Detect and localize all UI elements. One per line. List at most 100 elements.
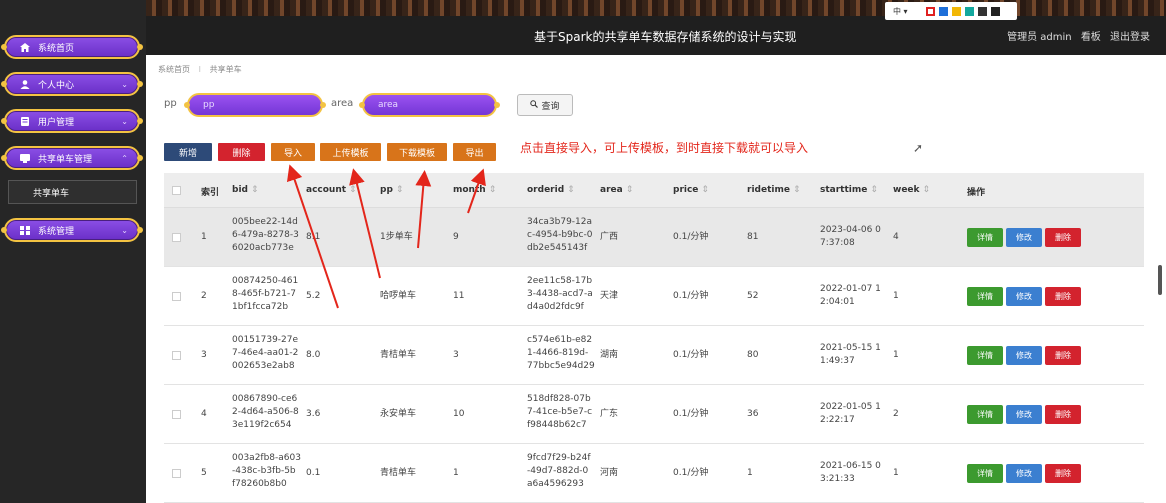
area-search-input[interactable]: area — [359, 93, 500, 117]
cell-price: 0.1/分钟 — [673, 291, 709, 301]
cell-bid: 00874250-461 8-465f-b721-7 1bf1fcca72b — [232, 276, 299, 312]
column-header-area[interactable]: area ⇕ — [600, 185, 633, 195]
row-delete-button[interactable]: 删除 — [1045, 346, 1081, 365]
cell-starttime: 2022-01-05 1 2:22:17 — [820, 402, 881, 425]
query-button[interactable]: 查询 — [517, 94, 573, 116]
cell-ridetime: 80 — [747, 350, 759, 360]
cell-account: 3.6 — [306, 409, 321, 419]
edit-button[interactable]: 修改 — [1006, 405, 1042, 424]
edit-button[interactable]: 修改 — [1006, 464, 1042, 483]
cell-bid: 003a2fb8-a603 -438c-b3fb-5b f78260b8b0 — [232, 453, 301, 489]
column-header-bid[interactable]: bid ⇕ — [232, 185, 259, 195]
select-all-checkbox[interactable] — [172, 186, 181, 195]
home-icon — [20, 42, 30, 52]
detail-button[interactable]: 详情 — [967, 287, 1003, 306]
sidebar-item-users[interactable]: 用户管理 ⌄ — [1, 109, 143, 133]
cell-area: 天津 — [600, 291, 619, 301]
edit-button[interactable]: 修改 — [1006, 287, 1042, 306]
add-button[interactable]: 新增 — [164, 143, 212, 161]
cell-week: 2 — [893, 409, 899, 419]
cell-starttime: 2023-04-06 0 7:37:08 — [820, 225, 881, 248]
cell-price: 0.1/分钟 — [673, 232, 709, 242]
pp-search-input[interactable]: pp — [184, 93, 326, 117]
cell-week: 4 — [893, 232, 899, 242]
sidebar-item-label: 共享单车管理 — [38, 154, 93, 165]
cell-week: 1 — [893, 350, 899, 360]
column-header-actions: 操作 — [967, 188, 986, 198]
table-row: 1 005bee22-14d 6-479a-8278-3 6020acb773e 8… — [164, 208, 1144, 267]
column-header-account[interactable]: account ⇕ — [306, 185, 357, 195]
cell-ridetime: 36 — [747, 409, 759, 419]
breadcrumb-separator: ⁝ — [198, 65, 202, 74]
detail-button[interactable]: 详情 — [967, 405, 1003, 424]
column-header-pp[interactable]: pp ⇕ — [380, 185, 403, 195]
user-menu: 管理员 admin 看板 退出登录 — [1001, 28, 1150, 43]
theme-swatch-black[interactable] — [990, 6, 1000, 16]
sidebar-subitem-bikes[interactable]: 共享单车 — [8, 180, 137, 204]
row-delete-button[interactable]: 删除 — [1045, 287, 1081, 306]
detail-button[interactable]: 详情 — [967, 464, 1003, 483]
row-checkbox[interactable] — [172, 469, 181, 478]
sidebar-item-label: 系统管理 — [38, 226, 75, 237]
cell-pp: 永安单车 — [380, 409, 417, 419]
cell-month: 9 — [453, 232, 459, 242]
edit-button[interactable]: 修改 — [1006, 228, 1042, 247]
row-checkbox[interactable] — [172, 233, 181, 242]
theme-swatch-gray[interactable] — [977, 6, 987, 16]
cell-pp: 1步单车 — [380, 232, 413, 242]
column-header-starttime[interactable]: starttime ⇕ — [820, 185, 878, 195]
download-template-button[interactable]: 下载模板 — [387, 143, 447, 161]
column-header-month[interactable]: month ⇕ — [453, 185, 496, 195]
theme-swatch-blue[interactable] — [938, 6, 948, 16]
cell-pp: 青桔单车 — [380, 468, 417, 478]
detail-button[interactable]: 详情 — [967, 346, 1003, 365]
export-button[interactable]: 导出 — [453, 143, 496, 161]
language-select[interactable]: 中 ▾ — [893, 6, 908, 17]
cell-orderid: c574e61b-e82 1-4466-819d- 77bbc5e94d29 — [527, 335, 595, 371]
column-header-orderid[interactable]: orderid ⇕ — [527, 185, 575, 195]
user-role: 管理员 admin — [1007, 32, 1072, 43]
cell-orderid: 34ca3b79-12a c-4954-b9bc-0 db2e545143f — [527, 217, 593, 253]
sidebar-item-profile[interactable]: 个人中心 ⌄ — [1, 72, 143, 96]
theme-swatch-yellow[interactable] — [951, 6, 961, 16]
cell-starttime: 2021-06-15 0 3:21:33 — [820, 461, 881, 484]
cell-index: 1 — [201, 232, 207, 242]
cell-ridetime: 52 — [747, 291, 759, 301]
sidebar-item-label: 用户管理 — [38, 117, 75, 128]
sidebar-item-system[interactable]: 系统管理 ⌄ — [1, 218, 143, 242]
mouse-cursor-icon: ➚ — [913, 141, 924, 155]
table-row: 3 00151739-27e 7-46e4-aa01-2 002653e2ab8 8… — [164, 326, 1144, 385]
bike-manage-icon — [20, 153, 30, 163]
cell-orderid: 2ee11c58-17b 3-4438-acd7-a d4a0d2fdc9f — [527, 276, 593, 312]
theme-swatch-teal[interactable] — [964, 6, 974, 16]
cell-week: 1 — [893, 468, 899, 478]
edit-button[interactable]: 修改 — [1006, 346, 1042, 365]
cell-account: 8.0 — [306, 350, 321, 360]
theme-swatch-red[interactable] — [925, 6, 935, 16]
import-button[interactable]: 导入 — [271, 143, 315, 161]
row-checkbox[interactable] — [172, 410, 181, 419]
column-header-ridetime[interactable]: ridetime ⇕ — [747, 185, 801, 195]
upload-template-button[interactable]: 上传模板 — [320, 143, 381, 161]
column-header-price[interactable]: price ⇕ — [673, 185, 709, 195]
row-delete-button[interactable]: 删除 — [1045, 228, 1081, 247]
logout-link[interactable]: 退出登录 — [1110, 32, 1150, 43]
board-link[interactable]: 看板 — [1081, 32, 1101, 43]
column-header-week[interactable]: week ⇕ — [893, 185, 930, 195]
row-checkbox[interactable] — [172, 292, 181, 301]
cell-starttime: 2021-05-15 1 1:49:37 — [820, 343, 881, 366]
sidebar-item-bike-manage[interactable]: 共享单车管理 ⌃ — [1, 146, 143, 170]
scrollbar-thumb[interactable] — [1158, 265, 1162, 295]
delete-button[interactable]: 删除 — [218, 143, 265, 161]
data-table: 索引 bid ⇕ account ⇕ pp ⇕ month ⇕ orderid ⇕ are… — [164, 173, 1144, 503]
cell-month: 3 — [453, 350, 459, 360]
row-delete-button[interactable]: 删除 — [1045, 464, 1081, 483]
row-checkbox[interactable] — [172, 351, 181, 360]
row-delete-button[interactable]: 删除 — [1045, 405, 1081, 424]
detail-button[interactable]: 详情 — [967, 228, 1003, 247]
cell-index: 4 — [201, 409, 207, 419]
cell-area: 湖南 — [600, 350, 619, 360]
sidebar-item-home[interactable]: 系统首页 — [1, 35, 143, 59]
breadcrumb-home[interactable]: 系统首页 — [158, 65, 190, 74]
cell-starttime: 2022-01-07 1 2:04:01 — [820, 284, 881, 307]
